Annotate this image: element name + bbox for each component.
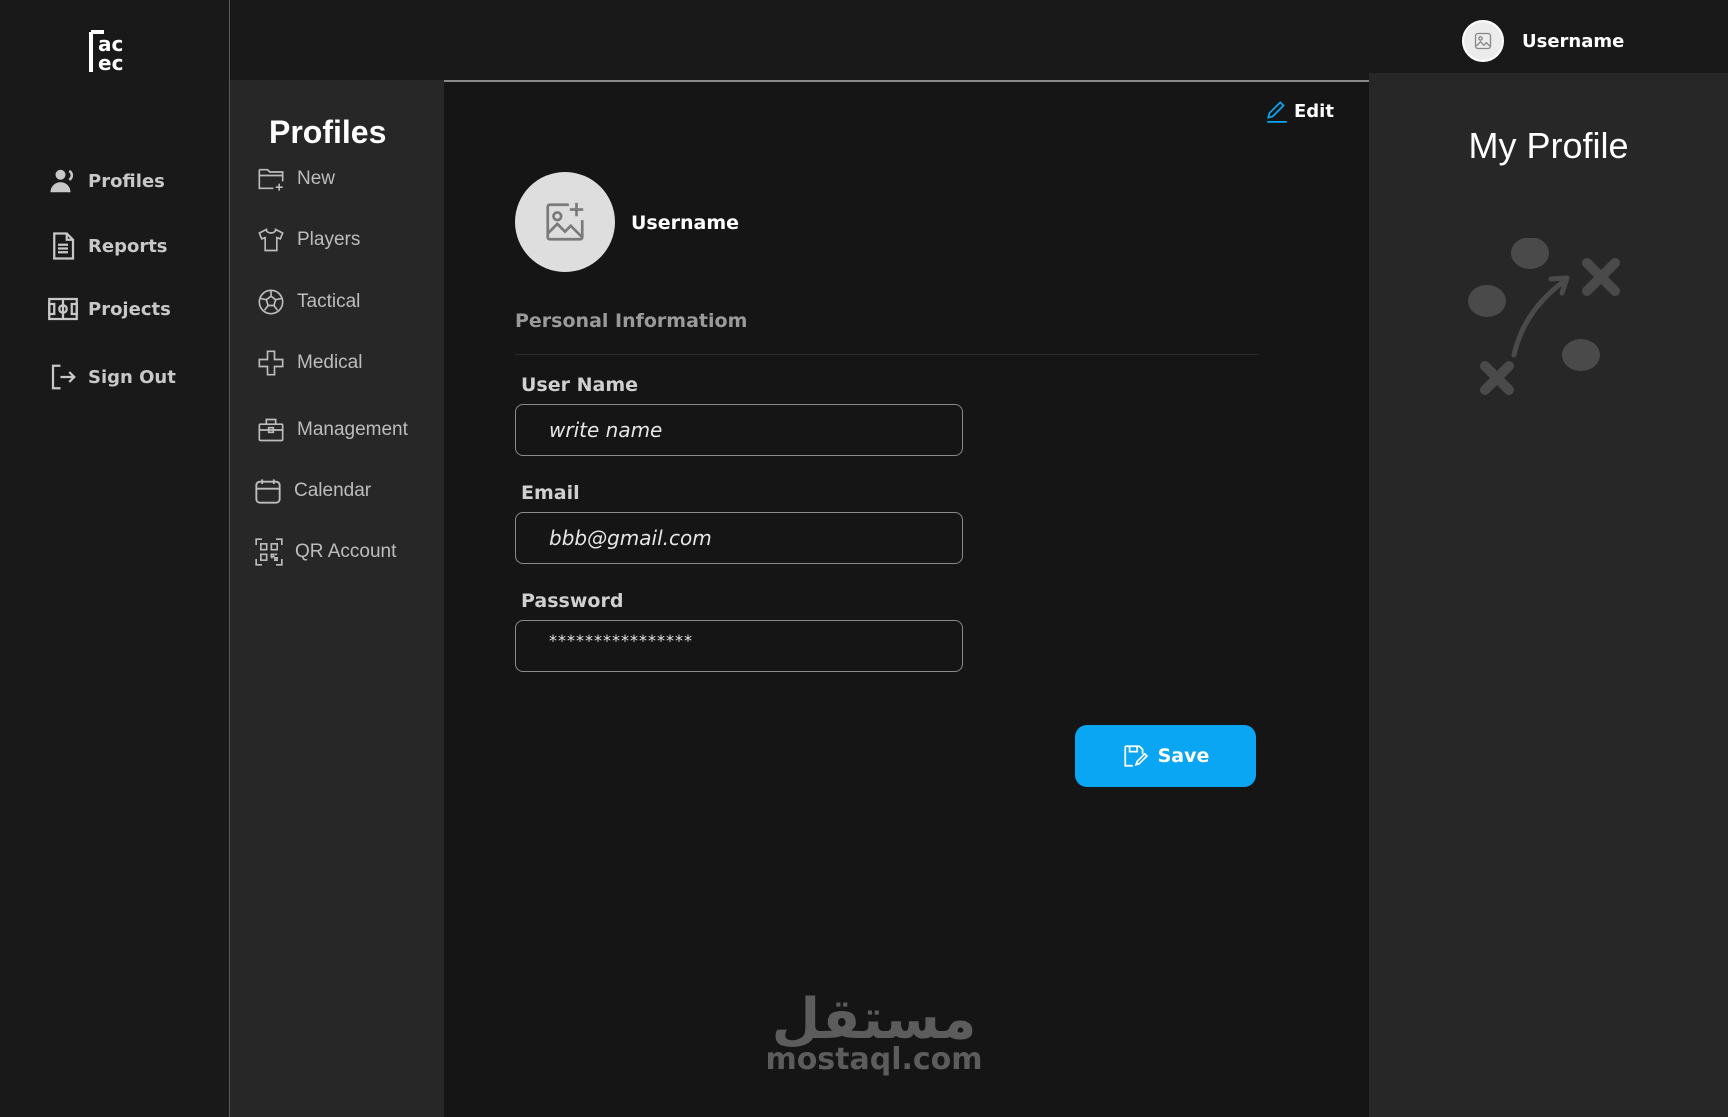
profiles-submenu: Profiles New Players Tactical Medical Ma… [230,80,444,1117]
top-bar: Username [0,0,1728,80]
submenu-item-tactical[interactable]: Tactical [257,288,360,316]
submenu-item-players[interactable]: Players [257,226,360,254]
header-username[interactable]: Username [1522,31,1624,52]
nav-item-label: Reports [88,235,168,257]
field-icon [48,297,78,321]
user-icon [50,169,74,193]
nav-item-profiles[interactable]: Profiles [48,166,165,196]
watermark: مستقل mostaql.com [754,988,994,1076]
folder-plus-icon [258,168,284,191]
add-image-icon [546,202,584,241]
submenu-title: Profiles [269,114,387,150]
email-label: Email [521,482,580,504]
tactic-diagram-icon [1468,238,1620,395]
submenu-item-label: Players [297,229,361,250]
sign-out-icon [51,364,76,390]
brand-logo: ac ec [89,30,123,74]
primary-nav: ac ec Profiles Reports Projects Sign Out [0,0,230,1117]
briefcase-icon [258,418,284,442]
nav-item-projects[interactable]: Projects [48,294,171,324]
profile-form-panel: Edit Username Personal Informatiom User … [444,80,1369,1117]
nav-item-sign-out[interactable]: Sign Out [48,362,176,392]
submenu-item-label: Calendar [294,480,372,501]
image-icon [1474,32,1492,50]
save-button[interactable]: Save [1075,725,1256,787]
submenu-item-new[interactable]: New [257,165,335,193]
submenu-item-calendar[interactable]: Calendar [254,477,371,505]
submenu-item-label: Medical [297,352,363,373]
avatar[interactable] [1462,20,1504,62]
shirt-icon [258,228,284,252]
watermark-latin: mostaql.com [765,1042,983,1077]
nav-item-label: Sign Out [88,366,176,388]
user-menu[interactable]: Username [1462,20,1624,62]
email-field[interactable]: bbb@gmail.com [515,512,963,564]
submenu-item-label: New [297,168,336,189]
submenu-item-qr-account[interactable]: QR Account [255,538,396,566]
profile-photo-upload[interactable] [515,172,615,272]
medical-cross-icon [258,350,284,376]
football-icon [258,289,284,315]
nav-item-reports[interactable]: Reports [48,231,168,261]
submenu-item-management[interactable]: Management [257,416,408,444]
password-field[interactable]: **************** [515,620,963,672]
section-divider [515,354,1259,355]
pencil-icon [1267,101,1287,123]
save-label: Save [1157,745,1210,767]
profile-username: Username [631,212,740,234]
password-label: Password [521,590,624,612]
nav-item-label: Projects [88,298,171,320]
section-title: Personal Informatiom [515,310,748,332]
edit-button[interactable]: Edit [1264,98,1334,124]
submenu-item-label: Management [297,419,408,440]
username-label: User Name [521,374,639,396]
submenu-item-label: Tactical [297,291,361,312]
username-field[interactable]: write name [515,404,963,456]
panel-title: My Profile [1468,125,1629,166]
edit-label: Edit [1294,100,1334,122]
submenu-item-medical[interactable]: Medical [257,349,362,377]
document-icon [53,232,75,260]
save-edit-icon [1123,745,1148,767]
qr-code-icon [255,538,283,566]
submenu-item-label: QR Account [295,541,397,562]
my-profile-panel: My Profile [1369,73,1728,1117]
calendar-icon [255,479,281,504]
nav-item-label: Profiles [88,170,165,192]
svg-text:ec: ec [98,51,123,74]
